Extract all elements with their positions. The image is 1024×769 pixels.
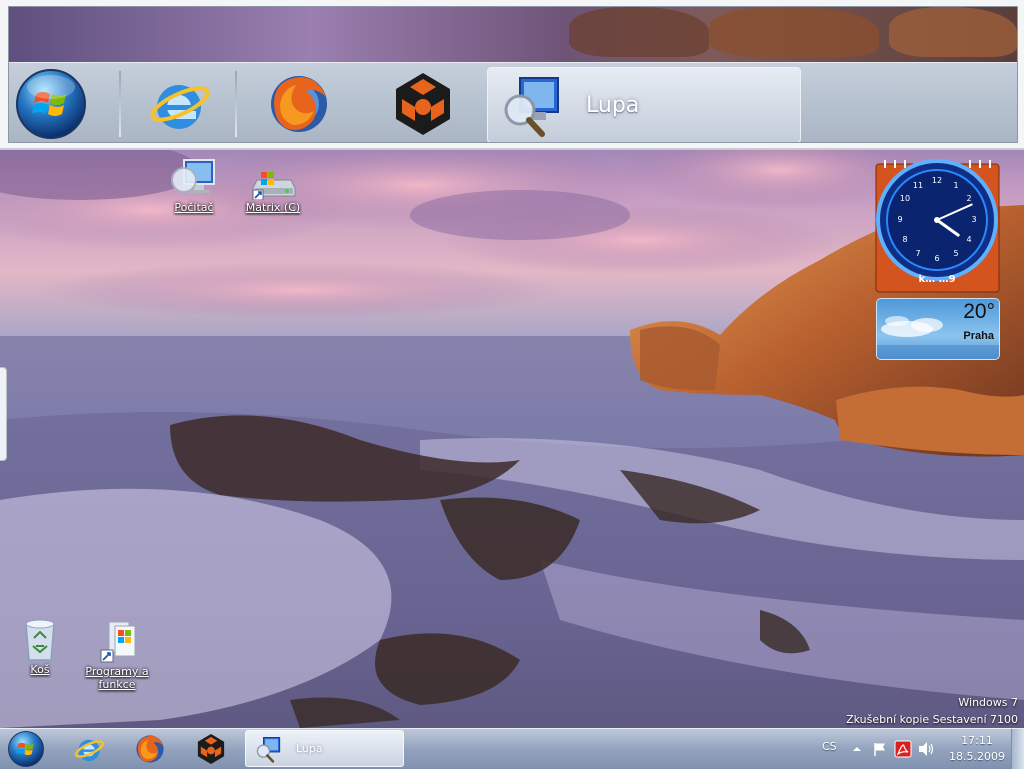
magnified-firefox-button xyxy=(257,69,341,139)
svg-text:1: 1 xyxy=(953,181,958,190)
internet-explorer-icon xyxy=(150,85,210,129)
taskbar-reason-button[interactable] xyxy=(189,731,233,767)
magnified-rock xyxy=(569,7,709,57)
programs-and-features-icon xyxy=(93,620,141,664)
svg-text:5: 5 xyxy=(953,249,958,258)
magnifier-app-icon xyxy=(256,736,281,763)
desktop-icon-recycle-bin[interactable]: Koš xyxy=(0,618,80,676)
taskbar-clock[interactable]: 17:11 18.5.2009 xyxy=(942,733,1012,765)
clock-gadget[interactable]: 12 1 2 3 45 6 78 9 10 11 k… …9 xyxy=(875,158,1000,293)
svg-text:7: 7 xyxy=(915,249,920,258)
volume-icon[interactable] xyxy=(918,741,936,757)
desktop-icon-drive[interactable]: Matrix (C) xyxy=(233,168,313,214)
svg-text:11: 11 xyxy=(913,181,923,190)
show-hidden-icons-icon[interactable] xyxy=(852,744,862,754)
weather-city: Praha xyxy=(963,330,994,342)
firefox-icon xyxy=(271,76,327,132)
computer-icon xyxy=(170,156,218,200)
taskbar: Lupa CS 17:11 18.5.2009 xyxy=(0,728,1024,769)
magnified-rock xyxy=(709,7,879,57)
sidebar-edge-tab[interactable] xyxy=(0,367,7,461)
magnifier-app-icon xyxy=(504,77,559,137)
clock-gadget-label: k… …9 xyxy=(918,274,955,285)
magnified-reason-button xyxy=(381,69,465,139)
desktop-icon-label: Koš xyxy=(30,663,50,676)
magnified-taskbar: Lupa xyxy=(9,62,1017,142)
magnified-ie-button xyxy=(137,69,221,139)
desktop-icon-computer[interactable]: Počítač xyxy=(154,156,234,214)
task-title: Lupa xyxy=(296,742,323,755)
magnifier-view: Lupa xyxy=(8,6,1018,143)
separator xyxy=(119,71,121,137)
svg-text:10: 10 xyxy=(900,194,910,203)
magnified-active-task: Lupa xyxy=(487,67,801,142)
windows-orb-icon xyxy=(8,731,44,767)
desktop-icon-programs[interactable]: Programy a funkce xyxy=(77,620,157,691)
watermark-line1: Windows 7 xyxy=(958,696,1018,709)
svg-text:4: 4 xyxy=(966,235,971,244)
firefox-icon xyxy=(136,735,164,763)
desktop-icon-label: Počítač xyxy=(174,201,214,214)
clock-time: 17:11 xyxy=(961,734,993,747)
start-button[interactable] xyxy=(4,731,48,767)
recycle-bin-icon xyxy=(16,618,64,662)
taskbar-task-lupa[interactable]: Lupa xyxy=(245,730,404,767)
action-center-flag-icon[interactable] xyxy=(872,741,888,757)
svg-text:2: 2 xyxy=(966,194,971,203)
magnified-start-button xyxy=(9,69,93,139)
language-indicator[interactable]: CS xyxy=(822,740,837,753)
desktop-icon-label: Matrix (C) xyxy=(245,201,301,214)
svg-text:3: 3 xyxy=(971,215,976,224)
reason-icon xyxy=(396,73,450,135)
notification-area: CS 17:11 18.5.2009 xyxy=(814,729,1024,769)
svg-text:8: 8 xyxy=(902,235,907,244)
separator xyxy=(235,71,237,137)
taskbar-firefox-button[interactable] xyxy=(128,731,172,767)
svg-text:12: 12 xyxy=(932,176,942,185)
show-desktop-button[interactable] xyxy=(1011,729,1024,769)
weather-temperature: 20° xyxy=(963,300,995,323)
windows-orb-icon xyxy=(16,69,86,139)
magnified-task-title: Lupa xyxy=(586,92,640,118)
svg-text:6: 6 xyxy=(934,254,939,263)
adobe-reader-icon[interactable] xyxy=(894,740,912,758)
drive-icon xyxy=(249,168,297,200)
taskbar-ie-button[interactable] xyxy=(67,731,111,767)
magnified-rock xyxy=(889,7,1017,57)
weather-gadget[interactable]: 20° Praha xyxy=(876,298,1000,360)
svg-text:9: 9 xyxy=(897,215,902,224)
watermark-line2: Zkušební kopie Sestavení 7100 xyxy=(846,713,1018,726)
reason-icon xyxy=(197,733,225,765)
magnifier-window[interactable]: Lupa xyxy=(0,0,1024,150)
desktop-icon-label: Programy a funkce xyxy=(85,665,149,691)
windows-watermark: Windows 7 Zkušební kopie Sestavení 7100 xyxy=(846,694,1018,728)
internet-explorer-icon xyxy=(74,739,105,762)
clock-date: 18.5.2009 xyxy=(949,750,1005,763)
